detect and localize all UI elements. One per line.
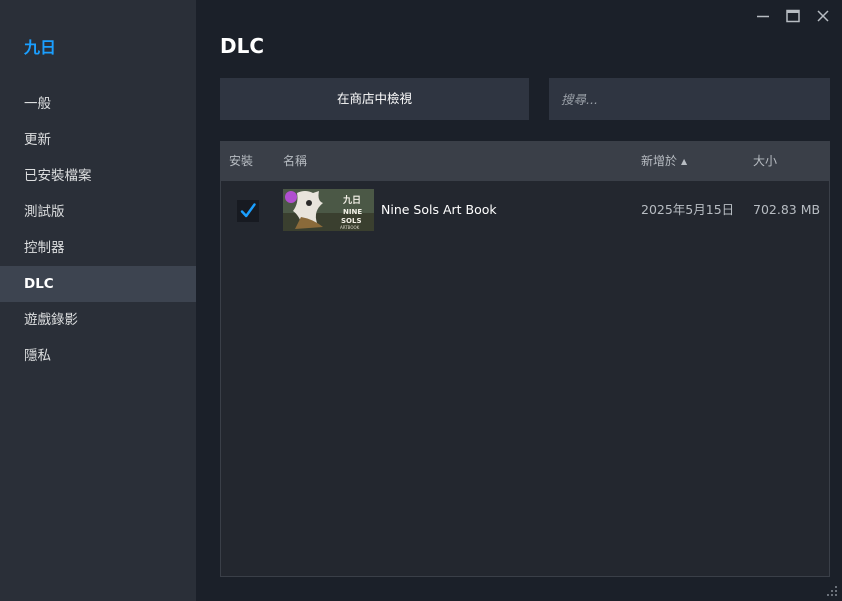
page-title: DLC: [220, 34, 265, 58]
resize-grip-icon[interactable]: [826, 585, 838, 597]
svg-text:ARTBOOK: ARTBOOK: [340, 225, 360, 230]
sidebar-item-label: 隱私: [24, 348, 51, 364]
maximize-icon: [786, 9, 800, 23]
sort-ascending-icon: ▲: [681, 157, 688, 166]
sidebar-item-label: 控制器: [24, 240, 65, 256]
sidebar-item-label: 遊戲錄影: [24, 312, 78, 328]
column-header-label: 名稱: [283, 154, 308, 168]
svg-text:SOLS: SOLS: [341, 217, 362, 225]
sidebar-item-betas[interactable]: 測試版: [0, 194, 196, 230]
column-header-label: 大小: [753, 154, 778, 168]
sidebar-item-label: 測試版: [24, 204, 65, 220]
close-icon: [817, 10, 829, 22]
dlc-name: Nine Sols Art Book: [381, 202, 497, 217]
sidebar-item-controller[interactable]: 控制器: [0, 230, 196, 266]
dlc-table: 安裝 名稱 新增於 ▲ 大小 九日 NINE SOLS ARTBOOK Nine…: [220, 141, 830, 577]
sidebar-item-label: DLC: [24, 276, 54, 292]
column-header-added[interactable]: 新增於 ▲: [641, 142, 687, 181]
close-button[interactable]: [810, 6, 836, 26]
window-controls: [750, 6, 836, 26]
dlc-size: 702.83 MB: [753, 202, 821, 217]
checkmark-icon: [240, 203, 256, 218]
sidebar-item-privacy[interactable]: 隱私: [0, 338, 196, 374]
sidebar-item-dlc[interactable]: DLC: [0, 266, 196, 302]
view-in-store-button[interactable]: 在商店中檢視: [220, 78, 529, 120]
sidebar: 九日 一般 更新 已安裝檔案 測試版 控制器 DLC 遊戲錄影 隱私: [0, 0, 196, 601]
search-input[interactable]: [549, 78, 830, 120]
dlc-thumbnail: 九日 NINE SOLS ARTBOOK: [283, 189, 374, 231]
maximize-button[interactable]: [780, 6, 806, 26]
sidebar-item-general[interactable]: 一般: [0, 86, 196, 122]
sidebar-item-label: 更新: [24, 132, 51, 148]
table-header: 安裝 名稱 新增於 ▲ 大小: [221, 142, 829, 181]
install-checkbox[interactable]: [237, 200, 259, 222]
column-header-label: 新增於: [641, 154, 678, 168]
sidebar-item-label: 一般: [24, 96, 51, 112]
svg-text:NINE: NINE: [343, 208, 362, 216]
column-header-size[interactable]: 大小: [753, 142, 777, 181]
sidebar-item-installed-files[interactable]: 已安裝檔案: [0, 158, 196, 194]
game-title: 九日: [24, 38, 57, 57]
sidebar-item-updates[interactable]: 更新: [0, 122, 196, 158]
sidebar-item-game-recording[interactable]: 遊戲錄影: [0, 302, 196, 338]
minimize-button[interactable]: [750, 6, 776, 26]
main-panel: DLC 在商店中檢視 安裝 名稱 新增於▲ 大小: [196, 0, 842, 601]
column-header-label: 安裝: [229, 154, 254, 168]
steam-properties-window: 九日 一般 更新 已安裝檔案 測試版 控制器 DLC 遊戲錄影 隱私 DLC 在…: [0, 0, 842, 601]
svg-text:九日: 九日: [342, 194, 361, 206]
minimize-icon: [757, 15, 769, 18]
column-header-name[interactable]: 名稱: [283, 142, 307, 181]
sidebar-item-label: 已安裝檔案: [24, 168, 92, 184]
table-row: 九日 NINE SOLS ARTBOOK Nine Sols Art Book …: [221, 181, 829, 239]
column-header-installed[interactable]: 安裝: [229, 142, 253, 181]
dlc-added-date: 2025年5月15日: [641, 202, 735, 217]
